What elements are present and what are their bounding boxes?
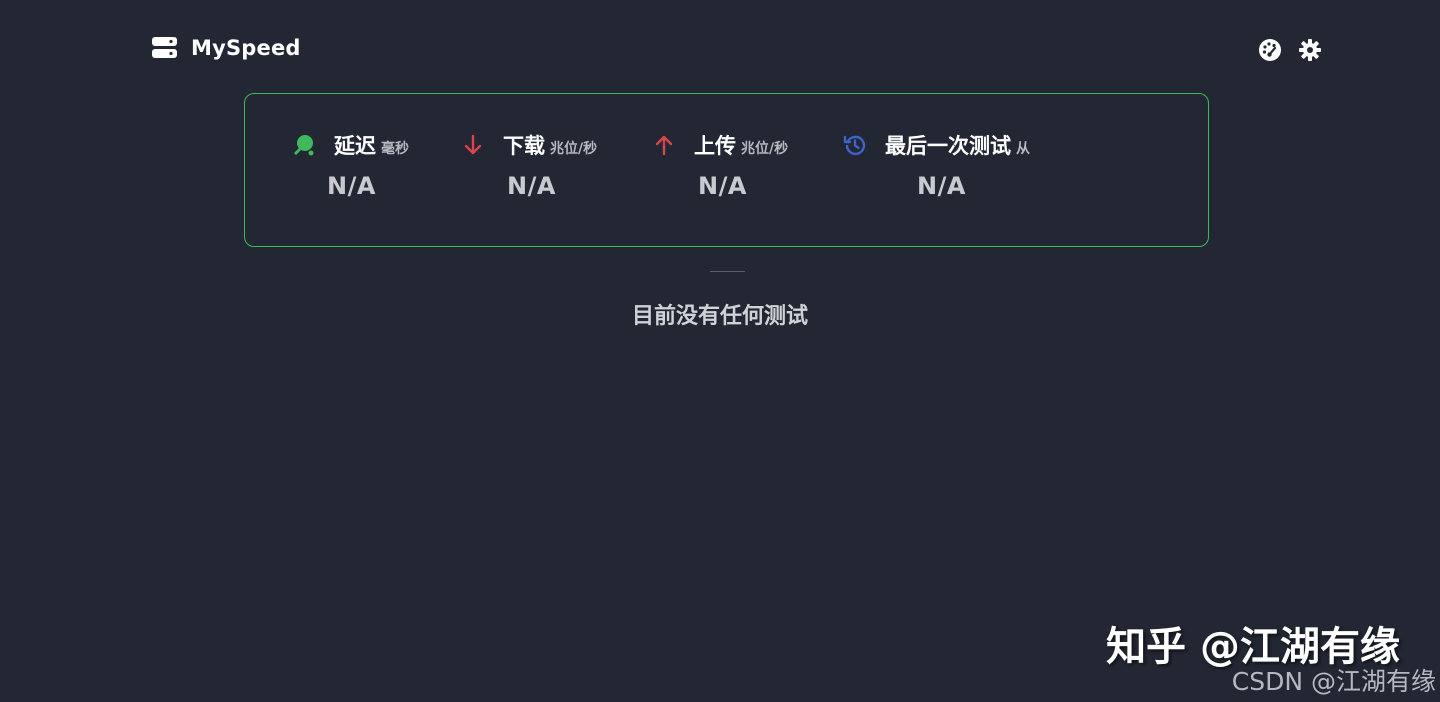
history-icon — [843, 135, 866, 156]
stat-value: N/A — [507, 172, 556, 200]
arrow-down-icon — [464, 134, 482, 155]
stat-header: 上传 兆位/秒 — [652, 130, 788, 160]
gear-icon[interactable] — [1298, 38, 1322, 62]
header: MySpeed — [0, 0, 1440, 100]
dashboard-palette-icon[interactable] — [1258, 38, 1282, 62]
brand[interactable]: MySpeed — [152, 36, 301, 60]
ping-pong-icon — [294, 135, 314, 156]
header-actions — [1258, 38, 1322, 62]
stat-label: 上传 — [694, 134, 736, 158]
stat-unit: 毫秒 — [381, 141, 409, 157]
stat-label: 延迟 — [334, 134, 376, 158]
stat-header: 最后一次测试 从 — [843, 130, 1030, 160]
divider — [710, 271, 745, 272]
stat-label: 下载 — [503, 134, 545, 158]
stat-label: 最后一次测试 — [885, 134, 1011, 158]
arrow-up-icon — [655, 135, 673, 156]
server-icon — [152, 37, 177, 58]
stat-value: N/A — [917, 172, 966, 200]
stat-unit: 从 — [1016, 141, 1030, 157]
stat-value: N/A — [327, 172, 376, 200]
stat-unit: 兆位/秒 — [550, 141, 598, 157]
csdn-watermark: CSDN @江湖有缘 — [1231, 667, 1436, 696]
speedtest-stats-card: 延迟 毫秒 N/A 下载 兆位/秒 N/A 上传 兆位/秒 N/A 最后一次测试… — [244, 93, 1209, 247]
app-page: MySpeed 延迟 毫秒 N/A 下载 兆位/秒 N/A 上传 兆位/秒 N/… — [0, 0, 1440, 702]
empty-tests-message: 目前没有任何测试 — [631, 304, 808, 329]
stat-value: N/A — [698, 172, 747, 200]
stat-header: 延迟 毫秒 — [292, 130, 409, 160]
app-title: MySpeed — [191, 36, 301, 60]
stat-unit: 兆位/秒 — [741, 141, 789, 157]
stat-header: 下载 兆位/秒 — [461, 130, 597, 160]
